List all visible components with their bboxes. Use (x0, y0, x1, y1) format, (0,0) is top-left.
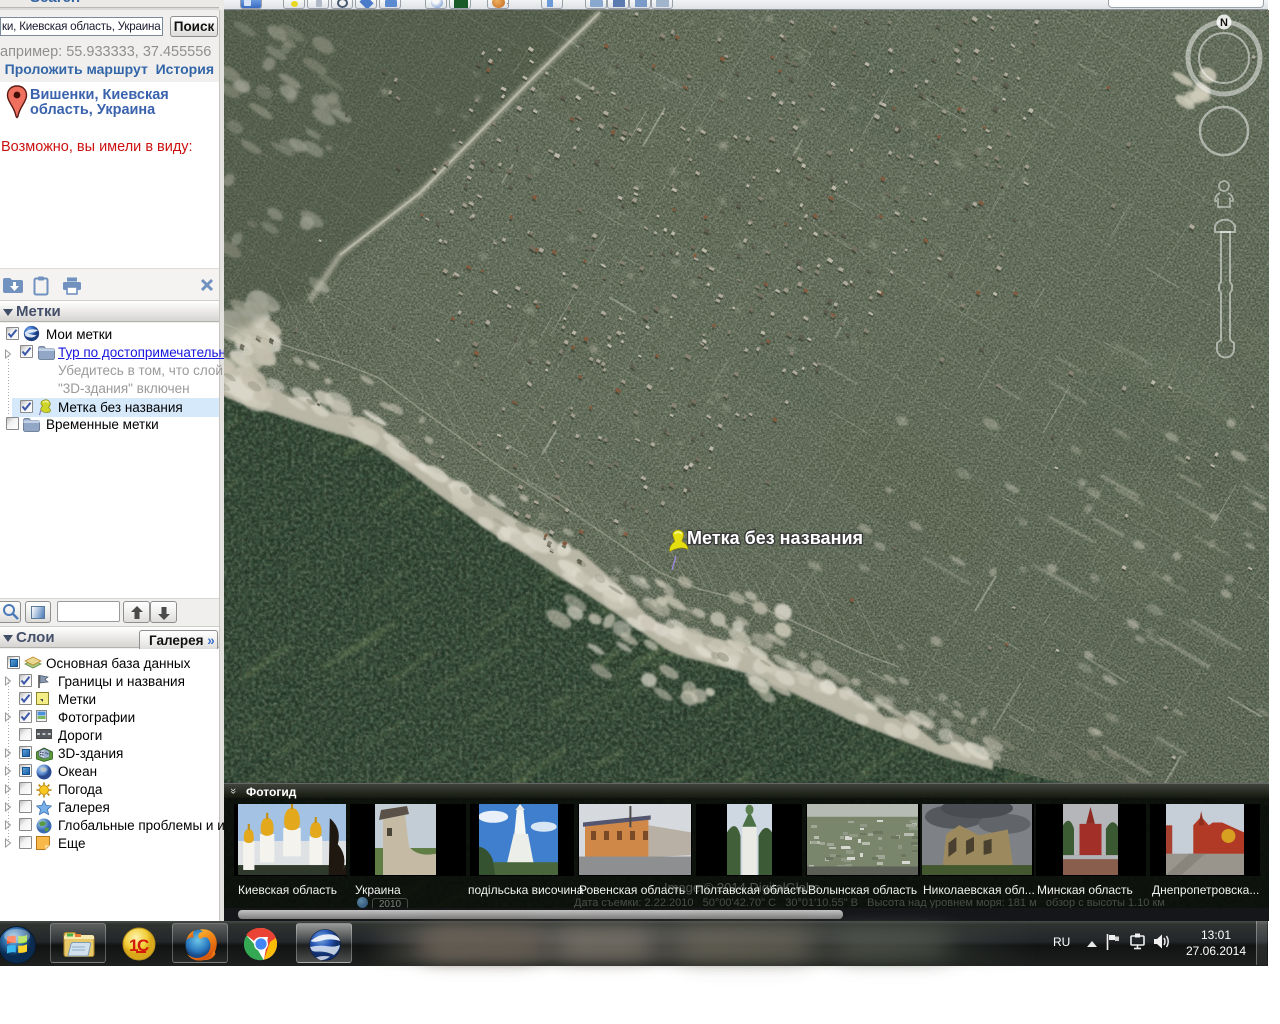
svg-text:Метка без названия: Метка без названия (687, 528, 863, 548)
svg-text:N: N (1220, 17, 1228, 29)
